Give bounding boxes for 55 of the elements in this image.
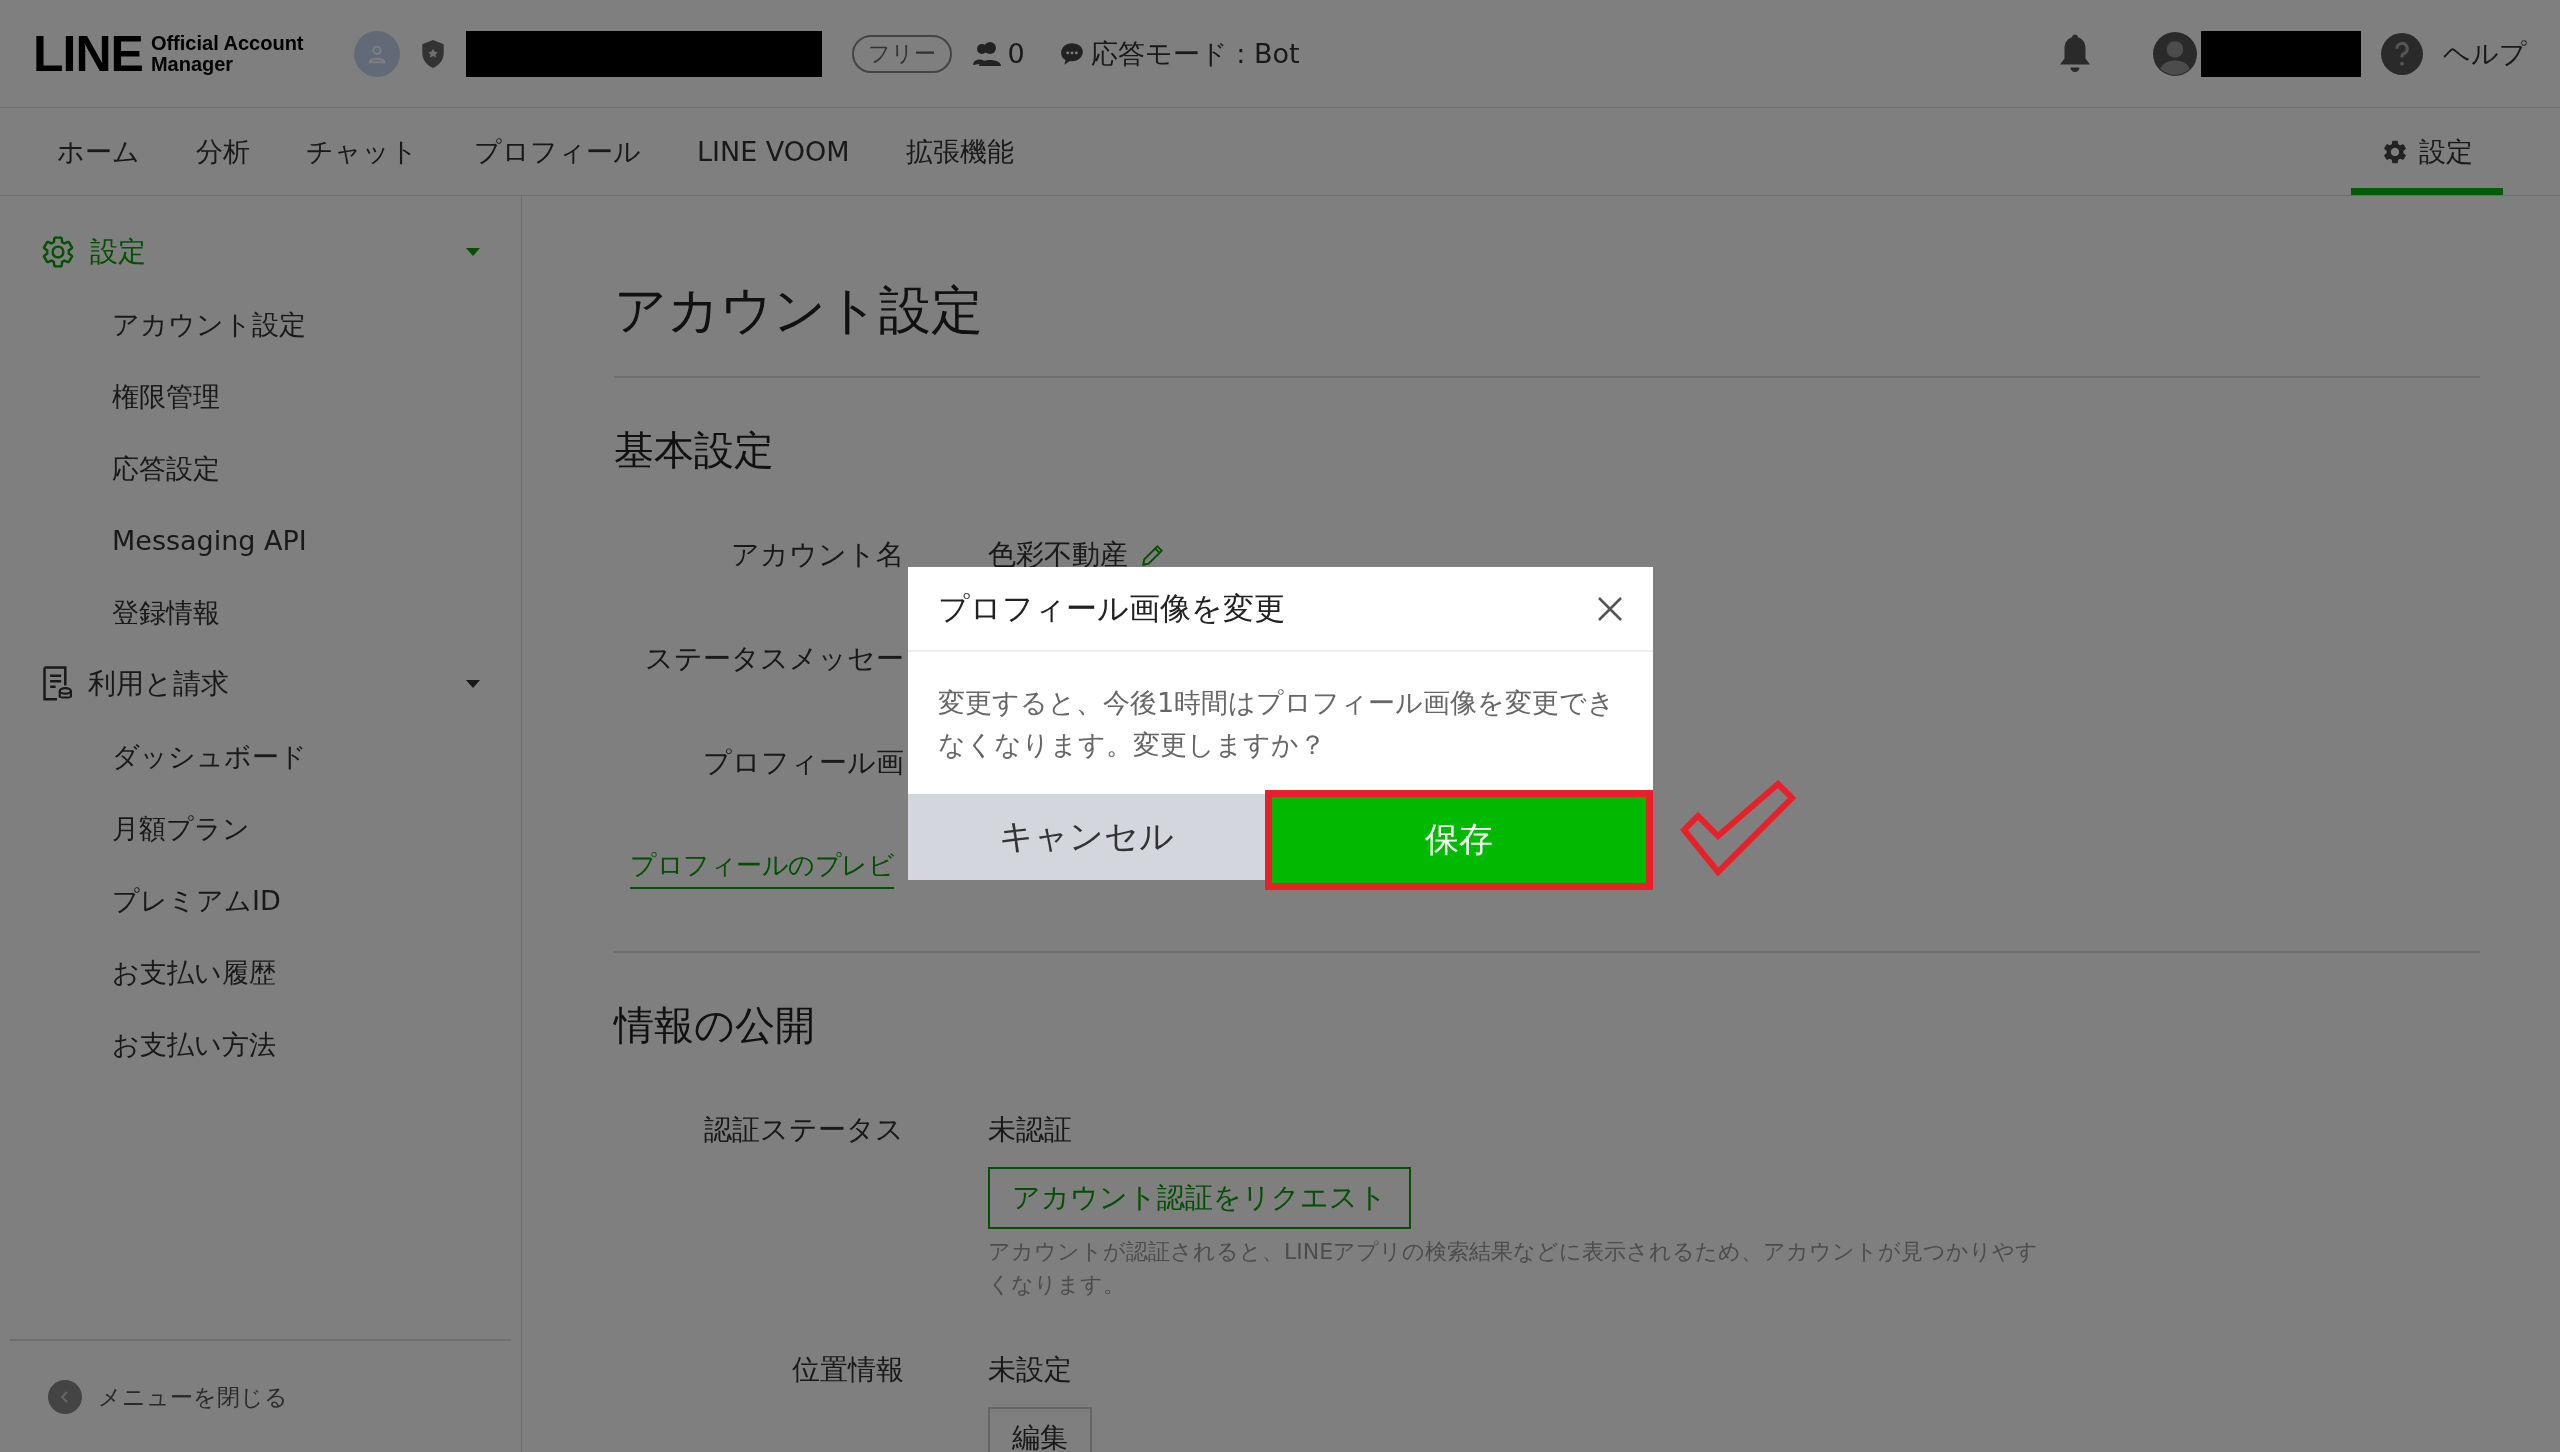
nav-tab[interactable]: 拡張機能 [877,108,1042,195]
dialog-button[interactable]: キャンセル [908,794,1265,880]
sidebar-group[interactable]: 設定 [0,216,521,288]
sidebar-item[interactable]: 月額プラン [0,792,521,864]
sidebar-group[interactable]: 利用と請求 [0,648,521,720]
nav-tab[interactable]: プロフィール [446,108,669,195]
section-heading: 基本設定 [614,426,775,475]
sidebar-item[interactable]: お支払い履歴 [0,936,521,1008]
section-heading: 情報の公開 [614,1001,816,1050]
people-icon [971,40,1002,67]
field-label: 位置情報 [791,1352,904,1388]
sidebar-item[interactable]: 応答設定 [0,432,521,504]
action-button[interactable]: 編集 [988,1407,1092,1452]
pencil-icon[interactable] [1140,542,1166,568]
shield-icon [419,38,446,69]
logo-wordmark: LINE [33,24,143,83]
preview-link[interactable]: プロフィールのプレビ [630,848,894,889]
document-icon [40,666,74,702]
field-label: プロフィール画 [702,745,904,781]
field-value: 色彩不動産 [988,537,1128,573]
dialog-button[interactable]: 保存 [1264,790,1653,890]
sidebar-item[interactable]: ダッシュボード [0,720,521,792]
nav-tab[interactable]: 設定 [2351,108,2503,195]
field-label: 認証ステータス [703,1112,904,1148]
page-title: アカウント設定 [614,276,2480,378]
friends-count: 0 [1007,38,1025,69]
action-button[interactable]: アカウント認証をリクエスト [988,1167,1411,1229]
notification-bell-icon[interactable] [2057,32,2093,75]
settings-icon [40,234,76,270]
sidebar-item[interactable]: 登録情報 [0,576,521,648]
dialog-title: プロフィール画像を変更 [938,588,1285,628]
sidebar-item[interactable]: プレミアムID [0,864,521,936]
sidebar-item[interactable]: アカウント設定 [0,288,521,360]
nav-tab[interactable]: LINE VOOM [669,108,878,195]
plan-badge: フリー [851,34,952,73]
dialog-message: 変更すると、今後1時間はプロフィール画像を変更できなくなります。変更しますか？ [937,686,1617,762]
nav-tab[interactable]: チャット [278,108,446,195]
logo-subtitle: Official Account Manager [150,32,304,75]
sidebar-item[interactable]: 権限管理 [0,360,521,432]
sidebar-item[interactable]: お支払い方法 [0,1008,521,1080]
close-icon[interactable] [1597,595,1623,622]
close-menu-link[interactable]: メニューを閉じる [98,1381,288,1413]
collapse-icon[interactable] [48,1380,82,1414]
field-value: 未設定 [988,1352,1072,1388]
field-value: 未認証 [988,1112,1072,1148]
help-link[interactable]: ヘルプ [2443,35,2527,72]
sidebar-item[interactable]: Messaging API [0,504,521,576]
field-label: アカウント名 [730,537,904,573]
field-label: ステータスメッセー [644,641,904,677]
help-icon[interactable] [2381,32,2423,75]
nav-tab[interactable]: ホーム [57,108,168,195]
chat-bubble-icon [1058,40,1085,67]
nav-tab[interactable]: 分析 [168,108,278,195]
user-avatar-icon[interactable] [2153,31,2197,76]
response-mode: 応答モード : Bot [1090,36,1300,71]
